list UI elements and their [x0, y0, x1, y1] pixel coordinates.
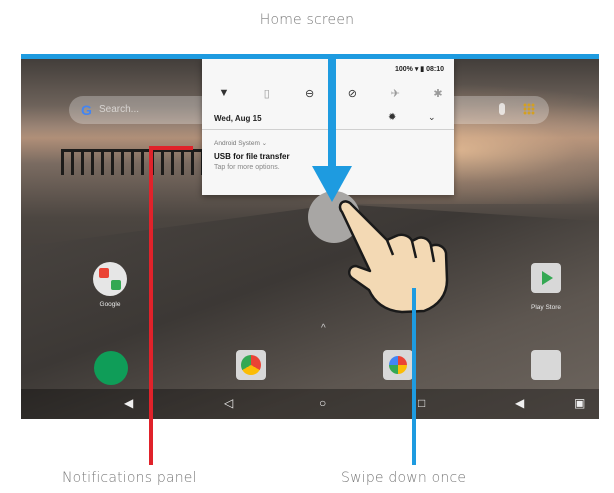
hangouts-icon[interactable] — [94, 351, 128, 385]
swipe-down-caption: Swipe down once — [341, 470, 467, 486]
tablet-screen: G Search... 100% ▾ ▮ 08:10 ▼ ▯ ⊖ ⊘ ✈ ✱ W… — [21, 54, 599, 419]
notifications-panel[interactable]: 100% ▾ ▮ 08:10 ▼ ▯ ⊖ ⊘ ✈ ✱ Wed, Aug 15 ✹… — [202, 59, 454, 195]
apps-grid-icon[interactable] — [523, 103, 535, 115]
wifi-status-icon: ▾ — [414, 66, 419, 73]
screenshot-icon[interactable]: ▣ — [574, 397, 585, 409]
battery-percent: 100% — [394, 66, 413, 73]
panel-date: Wed, Aug 15 — [214, 114, 262, 123]
status-bar: 100% ▾ ▮ 08:10 — [395, 65, 444, 73]
settings-gear-icon[interactable]: ✹ — [388, 112, 396, 123]
quick-settings-row: ▼ ▯ ⊖ ⊘ ✈ ✱ — [216, 85, 446, 101]
wifi-icon[interactable]: ▼ — [216, 85, 232, 101]
navigation-bar: ◀ ◁ ○ □ ◀ ▣ — [21, 389, 599, 419]
volume-icon[interactable]: ◀ — [124, 397, 133, 409]
recents-icon[interactable]: □ — [418, 397, 425, 409]
photos-icon[interactable] — [383, 350, 413, 380]
home-icon[interactable]: ○ — [319, 397, 326, 409]
notification-source: Android System ⌄ — [214, 140, 268, 147]
home-screen-caption: Home screen — [259, 12, 355, 28]
search-placeholder: Search... — [99, 104, 140, 115]
touch-point — [308, 191, 360, 243]
rotation-icon[interactable]: ⊘ — [344, 85, 360, 101]
notification-subtitle: Tap for more options. — [214, 164, 280, 171]
play-store-label: Play Store — [531, 304, 561, 311]
mic-icon[interactable] — [499, 103, 505, 115]
airplane-icon[interactable]: ✈ — [387, 85, 403, 101]
flashlight-icon[interactable]: ▯ — [259, 85, 275, 101]
pier-wallpaper — [21, 204, 599, 419]
google-g-icon: G — [81, 102, 92, 118]
google-folder-label: Google — [99, 301, 121, 308]
panel-divider — [202, 129, 454, 130]
notification-title[interactable]: USB for file transfer — [214, 152, 290, 161]
battery-icon: ▮ — [420, 66, 425, 73]
expand-chevron-icon[interactable]: ⌄ — [428, 112, 436, 123]
play-store-icon[interactable] — [531, 263, 561, 293]
notifications-panel-caption: Notifications panel — [62, 470, 197, 486]
bluetooth-icon[interactable]: ✱ — [430, 85, 446, 101]
status-time: 08:10 — [426, 66, 444, 73]
app-drawer-chevron-icon[interactable]: ^ — [321, 323, 326, 334]
do-not-disturb-icon[interactable]: ⊖ — [302, 85, 318, 101]
pier-rail — [61, 149, 221, 175]
google-folder-icon[interactable] — [93, 262, 127, 296]
back-icon[interactable]: ◁ — [224, 397, 233, 409]
volume-up-icon[interactable]: ◀ — [515, 397, 524, 409]
camera-icon[interactable] — [531, 350, 561, 380]
chrome-icon[interactable] — [236, 350, 266, 380]
screen-top-highlight — [21, 54, 599, 59]
